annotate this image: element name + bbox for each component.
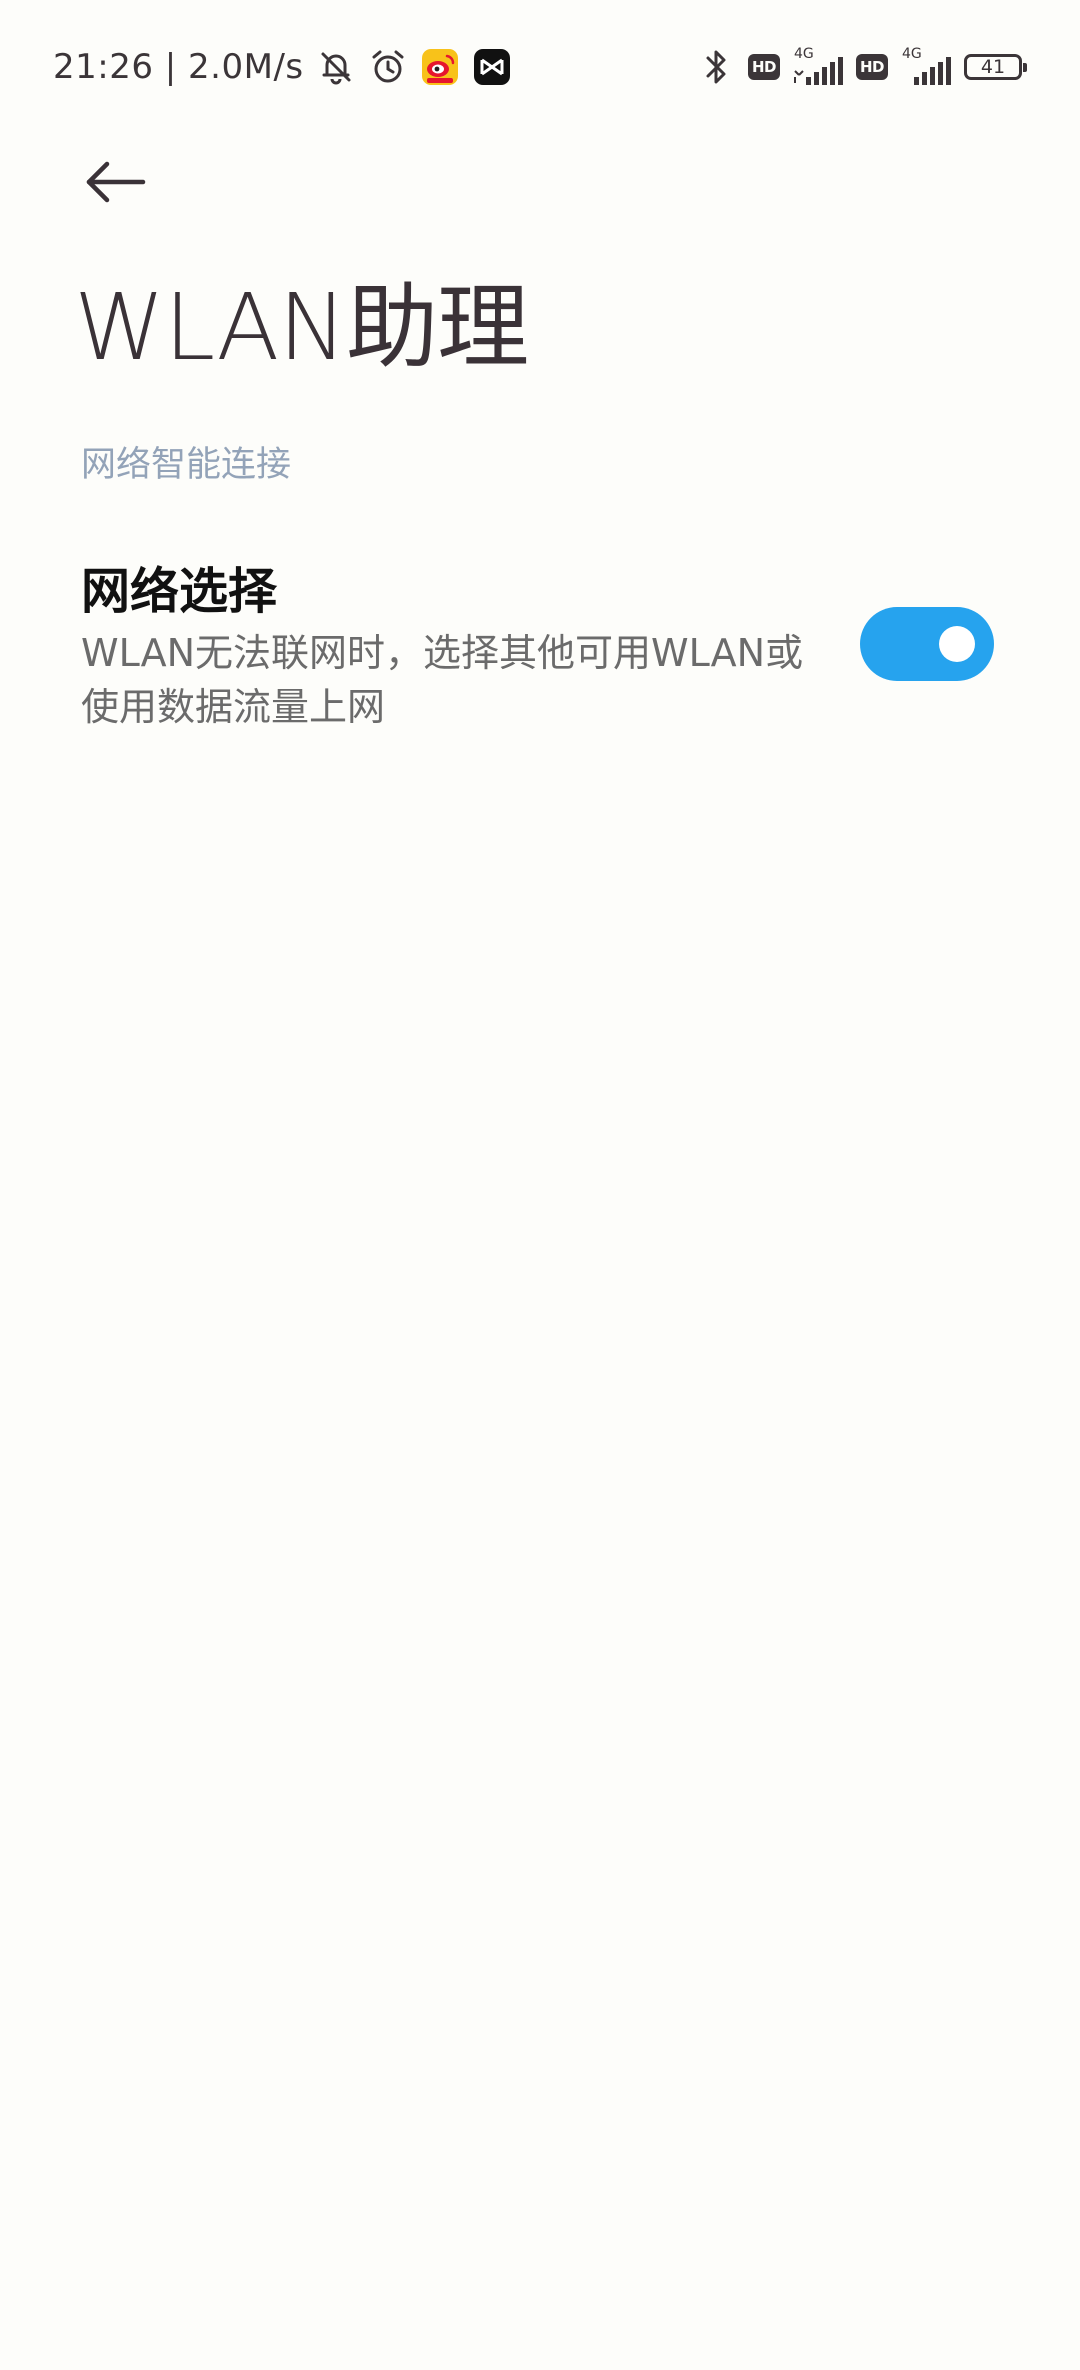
signal-icon: 4G — [792, 47, 844, 87]
page-title: WLAN助理 — [74, 274, 529, 381]
signal-icon: 4G — [900, 47, 952, 87]
alarm-icon — [368, 47, 408, 87]
capcut-app-icon — [472, 47, 512, 87]
back-button[interactable] — [66, 140, 166, 224]
status-time-speed: 21:26 | 2.0M/s — [53, 47, 304, 87]
battery-level: 41 — [980, 56, 1006, 78]
network-selection-toggle[interactable] — [860, 607, 994, 681]
bell-off-icon — [316, 47, 356, 87]
toggle-knob — [939, 626, 975, 662]
bluetooth-icon — [696, 47, 736, 87]
network-selection-setting[interactable]: 网络选择 WLAN无法联网时，选择其他可用WLAN或使用数据流量上网 — [0, 544, 1080, 744]
setting-title: 网络选择 — [81, 563, 278, 620]
weibo-app-icon — [420, 47, 460, 87]
hd-icon: HD — [748, 54, 780, 80]
setting-summary: WLAN无法联网时，选择其他可用WLAN或使用数据流量上网 — [81, 631, 804, 729]
status-right: HD 4G HD 4G 41 — [696, 42, 1027, 92]
hd-icon: HD — [856, 54, 888, 80]
section-header: 网络智能连接 — [81, 445, 292, 485]
arrow-left-icon — [86, 161, 146, 203]
status-left: 21:26 | 2.0M/s — [53, 42, 512, 92]
battery-icon: 41 — [964, 54, 1027, 80]
status-bar: 21:26 | 2.0M/s HD 4G HD 4G 41 — [0, 0, 1080, 130]
